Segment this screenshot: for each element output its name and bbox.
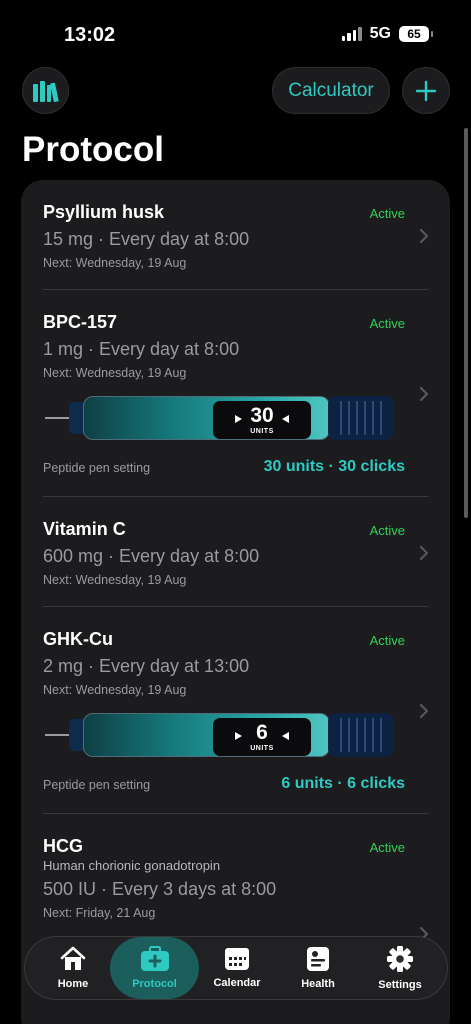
- tab-label: Calendar: [213, 977, 261, 989]
- protocol-full-name: Human chorionic gonadotropin: [43, 858, 221, 873]
- tab-label: Health: [301, 978, 335, 990]
- next-dose-date: Next: Wednesday, 19 Aug: [43, 256, 187, 270]
- chevron-right-icon: [420, 546, 429, 560]
- pen-dose-unit: UNITS: [250, 745, 274, 752]
- protocol-item-ghk-cu[interactable]: GHK-Cu Active 2 mg · Every day at 13:00 …: [21, 607, 450, 813]
- tab-label: Home: [57, 978, 89, 990]
- status-time: 13:02: [64, 24, 116, 46]
- pointer-left-icon: [282, 415, 289, 423]
- tab-label: Protocol: [132, 978, 177, 990]
- protocol-name: BPC-157: [43, 312, 118, 332]
- next-dose-date: Next: Wednesday, 19 Aug: [43, 366, 187, 380]
- pen-dial-knob: [328, 713, 394, 757]
- status-bar: 13:02 5G 65: [0, 0, 471, 60]
- protocol-item-psyllium-husk[interactable]: Psyllium husk Active 15 mg · Every day a…: [21, 180, 450, 289]
- pen-dial-knob: [328, 396, 394, 440]
- peptide-pen-graphic: 30 UNITS: [43, 392, 395, 444]
- calculator-button[interactable]: Calculator: [272, 67, 390, 114]
- protocol-dose: 500 IU · Every 3 days at 8:00: [43, 879, 277, 899]
- pen-dose-number: 6: [256, 721, 268, 744]
- pen-dose-number: 30: [250, 404, 274, 427]
- protocol-dose: 1 mg · Every day at 8:00: [43, 339, 240, 359]
- pen-setting-value: 30 units · 30 clicks: [263, 458, 405, 475]
- status-badge: Active: [369, 840, 405, 855]
- next-dose-date: Next: Wednesday, 19 Aug: [43, 573, 187, 587]
- protocol-dose: 2 mg · Every day at 13:00: [43, 656, 250, 676]
- chevron-right-icon: [420, 704, 429, 718]
- pen-setting-label: Peptide pen setting: [43, 778, 151, 792]
- plus-icon: [415, 80, 437, 101]
- pen-setting-value: 6 units · 6 clicks: [281, 775, 405, 792]
- medkit-icon: [140, 946, 169, 971]
- pen-needle: [45, 417, 69, 419]
- pen-dose-unit: UNITS: [250, 428, 274, 435]
- library-button[interactable]: [22, 67, 69, 114]
- cellular-signal-icon: [341, 27, 362, 41]
- protocol-dose: 15 mg · Every day at 8:00: [43, 229, 250, 249]
- battery-level: 65: [407, 27, 421, 41]
- scrollbar[interactable]: [464, 128, 468, 518]
- protocol-name: GHK-Cu: [43, 629, 113, 649]
- next-dose-date: Next: Wednesday, 19 Aug: [43, 683, 187, 697]
- pointer-right-icon: [235, 732, 242, 740]
- protocol-name: Vitamin C: [43, 519, 126, 539]
- page-title: Protocol: [22, 130, 164, 169]
- network-type: 5G: [369, 25, 391, 42]
- protocol-name: HCG: [43, 836, 83, 856]
- pointer-right-icon: [235, 415, 242, 423]
- status-badge: Active: [369, 316, 405, 331]
- calendar-icon: [225, 948, 249, 970]
- status-indicators: 5G 65: [341, 25, 433, 43]
- pen-dose-window: 6 UNITS: [213, 718, 311, 756]
- pen-setting-label: Peptide pen setting: [43, 461, 151, 475]
- next-dose-date: Next: Friday, 21 Aug: [43, 906, 156, 920]
- house-icon: [60, 946, 86, 970]
- protocol-dose: 600 mg · Every day at 8:00: [43, 546, 260, 566]
- add-button[interactable]: [402, 67, 450, 114]
- protocol-name: Psyllium husk: [43, 202, 165, 222]
- tab-calendar[interactable]: Calendar: [197, 937, 277, 999]
- tab-home[interactable]: Home: [35, 937, 111, 999]
- tab-settings[interactable]: Settings: [360, 937, 440, 999]
- gear-icon: [387, 946, 413, 972]
- pen-dose-window: 30 UNITS: [213, 401, 311, 439]
- tab-label: Settings: [378, 979, 422, 991]
- status-badge: Active: [369, 206, 405, 221]
- tab-health[interactable]: Health: [278, 937, 358, 999]
- battery-icon: 65: [399, 26, 433, 42]
- protocol-list: Psyllium husk Active 15 mg · Every day a…: [21, 180, 450, 1024]
- status-badge: Active: [369, 523, 405, 538]
- peptide-pen-graphic: 6 UNITS: [43, 709, 395, 761]
- library-icon: [32, 80, 59, 102]
- protocol-item-bpc-157[interactable]: BPC-157 Active 1 mg · Every day at 8:00 …: [21, 290, 450, 496]
- health-record-icon: [307, 947, 329, 971]
- pen-needle: [45, 734, 69, 736]
- protocol-item-vitamin-c[interactable]: Vitamin C Active 600 mg · Every day at 8…: [21, 497, 450, 605]
- pointer-left-icon: [282, 732, 289, 740]
- tab-bar: Home Protocol Calendar Health Settings: [24, 936, 448, 1000]
- chevron-right-icon: [420, 229, 429, 243]
- tab-protocol[interactable]: Protocol: [110, 937, 199, 999]
- status-badge: Active: [369, 633, 405, 648]
- chevron-right-icon: [420, 387, 429, 401]
